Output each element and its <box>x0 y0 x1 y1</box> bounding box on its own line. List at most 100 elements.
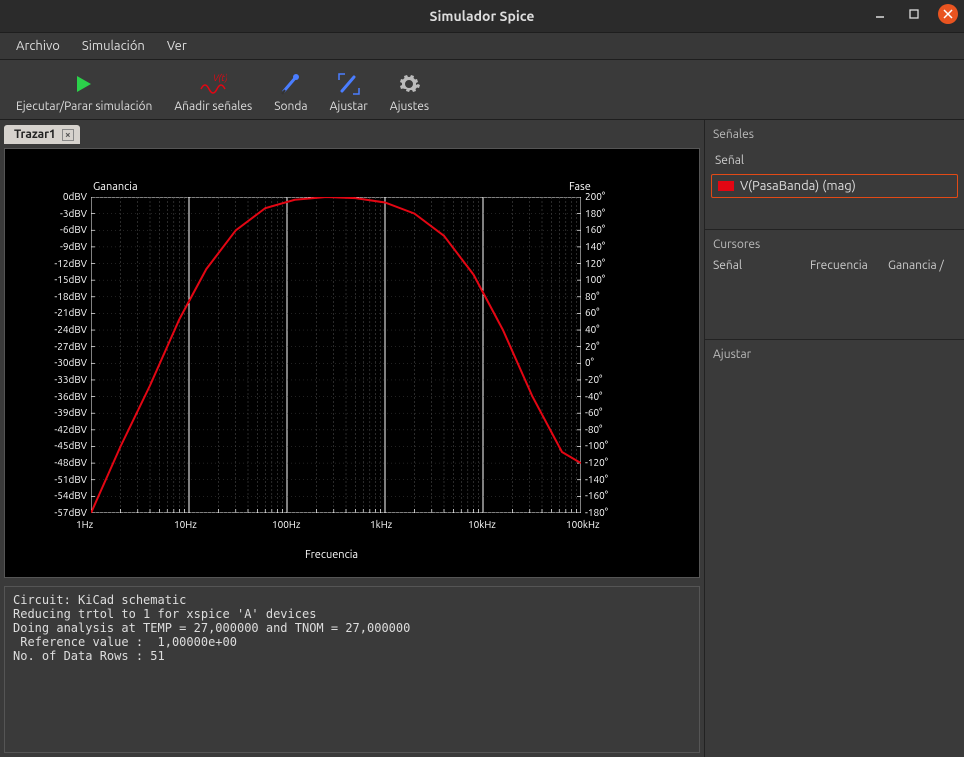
y-left-tick-label: -18dBV <box>47 291 87 302</box>
y-right-tick-label: -160° <box>585 490 608 501</box>
x-tick-label: 100Hz <box>272 519 301 530</box>
svg-text:V(t): V(t) <box>213 73 227 83</box>
y-left-tick-label: -33dBV <box>47 374 87 385</box>
y-right-tick-label: 40° <box>585 324 600 335</box>
y-left-tick-label: -30dBV <box>47 357 87 368</box>
window-controls <box>870 4 958 24</box>
right-sidebar: Señales Señal V(PasaBanda) (mag) Cursore… <box>704 120 964 757</box>
run-button[interactable]: Ejecutar/Parar simulación <box>10 70 158 115</box>
y-right-tick-label: -180° <box>585 507 608 518</box>
console-output: Circuit: KiCad schematic Reducing trtol … <box>4 586 700 753</box>
x-tick-label: 100kHz <box>566 519 600 530</box>
maximize-icon <box>908 8 920 20</box>
y-left-tick-label: -9dBV <box>47 241 87 252</box>
add-signals-label: Añadir señales <box>174 100 252 113</box>
tune-panel-title: Ajustar <box>711 344 958 365</box>
y-right-tick-label: 80° <box>585 291 600 302</box>
fit-button[interactable]: Ajustar <box>324 70 374 115</box>
add-signals-button[interactable]: V(t) Añadir señales <box>168 70 258 115</box>
plot-panel[interactable]: Ganancia Fase Frecuencia 0dBV-3dBV-6dBV-… <box>4 148 700 578</box>
y-right-tick-label: 120° <box>585 258 605 269</box>
gear-icon <box>395 72 423 96</box>
y-right-tick-label: -40° <box>585 391 602 402</box>
menu-ver[interactable]: Ver <box>159 36 195 56</box>
probe-label: Sonda <box>274 100 307 113</box>
y-right-tick-label: 100° <box>585 274 605 285</box>
y-right-tick-label: -20° <box>585 374 602 385</box>
plot-tab-1[interactable]: Trazar1 × <box>4 125 80 144</box>
plot-tab-label: Trazar1 <box>14 128 56 141</box>
y-left-tick-label: -51dBV <box>47 474 87 485</box>
minimize-icon <box>874 8 886 20</box>
signals-panel-title: Señales <box>711 124 958 145</box>
y-left-tick-label: -36dBV <box>47 391 87 402</box>
menu-bar: Archivo Simulación Ver <box>0 32 964 60</box>
y-left-tick-label: -39dBV <box>47 407 87 418</box>
close-button[interactable] <box>938 4 958 24</box>
signal-color-swatch <box>718 181 734 191</box>
settings-label: Ajustes <box>390 100 429 113</box>
y-right-tick-label: 60° <box>585 307 600 318</box>
menu-archivo[interactable]: Archivo <box>8 36 68 56</box>
x-tick-label: 10Hz <box>174 519 197 530</box>
y-right-tick-label: -60° <box>585 407 602 418</box>
y-left-tick-label: -54dBV <box>47 490 87 501</box>
y-right-tick-label: 180° <box>585 208 605 219</box>
bode-plot <box>91 197 581 513</box>
y-left-tick-label: -42dBV <box>47 424 87 435</box>
maximize-button[interactable] <box>904 4 924 24</box>
cursors-panel-title: Cursores <box>711 234 958 255</box>
y-left-tick-label: -6dBV <box>47 224 87 235</box>
fit-label: Ajustar <box>330 100 368 113</box>
probe-button[interactable]: Sonda <box>268 70 313 115</box>
y-left-tick-label: 0dBV <box>47 191 87 202</box>
y-right-tick-label: 20° <box>585 341 600 352</box>
close-icon <box>942 8 954 20</box>
y-left-tick-label: -12dBV <box>47 258 87 269</box>
settings-button[interactable]: Ajustes <box>384 70 435 115</box>
signal-list-item[interactable]: V(PasaBanda) (mag) <box>711 174 958 198</box>
window-titlebar: Simulador Spice <box>0 0 964 32</box>
y-left-tick-label: -57dBV <box>47 507 87 518</box>
y-right-tick-label: 160° <box>585 224 605 235</box>
y-right-tick-label: 200° <box>585 191 605 202</box>
cursor-col-signal: Señal <box>713 259 802 272</box>
play-icon <box>70 72 98 96</box>
cursors-panel: Cursores Señal Frecuencia Ganancia / <box>705 230 964 340</box>
y-right-tick-label: -140° <box>585 474 608 485</box>
left-column: Trazar1 × Ganancia Fase Frecuencia 0dBV-… <box>0 120 704 757</box>
signals-panel: Señales Señal V(PasaBanda) (mag) <box>705 120 964 230</box>
plot-tabstrip: Trazar1 × <box>0 120 704 144</box>
tab-close-icon[interactable]: × <box>62 129 74 141</box>
y-left-tick-label: -21dBV <box>47 307 87 318</box>
y-left-tick-label: -45dBV <box>47 440 87 451</box>
tune-panel: Ajustar <box>705 340 964 757</box>
probe-icon <box>277 72 305 96</box>
minimize-button[interactable] <box>870 4 890 24</box>
y-left-tick-label: -48dBV <box>47 457 87 468</box>
cursor-column-headers: Señal Frecuencia Ganancia / <box>711 255 958 276</box>
y-right-tick-label: -80° <box>585 424 602 435</box>
y-right-tick-label: 140° <box>585 241 605 252</box>
x-tick-label: 1kHz <box>370 519 392 530</box>
y-right-tick-label: 0° <box>585 357 594 368</box>
y-left-tick-label: -3dBV <box>47 208 87 219</box>
run-label: Ejecutar/Parar simulación <box>16 100 152 113</box>
signals-column-header: Señal <box>711 151 958 170</box>
y-right-tick-label: -100° <box>585 440 608 451</box>
toolbar: Ejecutar/Parar simulación V(t) Añadir se… <box>0 60 964 120</box>
x-tick-label: 10kHz <box>468 519 496 530</box>
y-left-tick-label: -27dBV <box>47 341 87 352</box>
menu-simulacion[interactable]: Simulación <box>74 36 153 56</box>
signal-icon: V(t) <box>199 72 227 96</box>
gain-axis-title: Ganancia <box>93 181 138 193</box>
window-title: Simulador Spice <box>0 8 964 24</box>
y-left-tick-label: -24dBV <box>47 324 87 335</box>
signal-item-label: V(PasaBanda) (mag) <box>740 179 856 193</box>
cursor-col-gain: Ganancia / <box>888 259 956 272</box>
y-left-tick-label: -15dBV <box>47 274 87 285</box>
fit-icon <box>335 72 363 96</box>
cursor-col-frequency: Frecuencia <box>810 259 880 272</box>
y-right-tick-label: -120° <box>585 457 608 468</box>
x-tick-label: 1Hz <box>76 519 93 530</box>
